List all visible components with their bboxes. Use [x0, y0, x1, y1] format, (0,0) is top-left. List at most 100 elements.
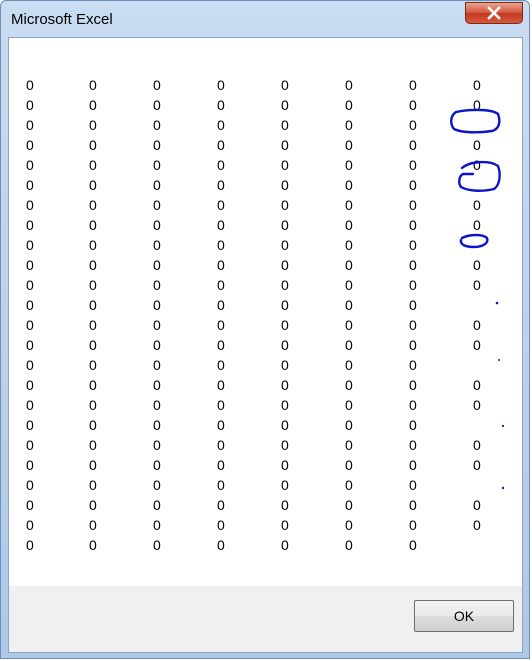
value-cell: 0 [153, 77, 161, 93]
value-cell: 0 [281, 377, 289, 393]
value-cell: 0 [281, 417, 289, 433]
value-cell: 0 [281, 437, 289, 453]
value-cell: 0 [153, 397, 161, 413]
value-cell: 0 [153, 277, 161, 293]
value-cell: 0 [89, 437, 97, 453]
value-cell: 0 [89, 377, 97, 393]
value-cell: 0 [345, 277, 353, 293]
value-cell: 0 [345, 397, 353, 413]
value-cell: 0 [217, 357, 225, 373]
value-cell: 0 [281, 297, 289, 313]
message-line: 0 0 0 0 0 0 0 0 [9, 135, 522, 155]
value-cell: 0 [89, 457, 97, 473]
value-cell: 0 [281, 497, 289, 513]
value-cell: 0 [345, 517, 353, 533]
value-cell: 0 [153, 177, 161, 193]
value-cell: 0 [345, 257, 353, 273]
value-cell: 0 [26, 217, 34, 233]
value-cell: 0 [153, 517, 161, 533]
value-cell: 0 [153, 477, 161, 493]
value-cell: 0 [26, 97, 34, 113]
value-cell: 0 [153, 317, 161, 333]
value-cell: 0 [26, 237, 34, 253]
value-cell: 0 [473, 317, 481, 333]
value-cell: 0 [217, 297, 225, 313]
close-button[interactable] [465, 2, 523, 24]
value-cell: 0 [26, 137, 34, 153]
value-cell: 0 [345, 357, 353, 373]
value-cell: 0 [473, 397, 481, 413]
value-cell: 0 [409, 137, 417, 153]
value-cell: 0 [26, 537, 34, 553]
value-cell: 0 [217, 177, 225, 193]
message-text: 0000000000000000000000000000000000000000… [9, 75, 522, 555]
value-cell: 0 [409, 297, 417, 313]
value-cell: 0 [345, 377, 353, 393]
value-cell: 0 [409, 217, 417, 233]
value-cell: 0 [153, 97, 161, 113]
value-cell: 0 [153, 137, 161, 153]
value-cell: 0 [473, 277, 481, 293]
value-cell: 0 [153, 237, 161, 253]
value-cell: 0 [26, 417, 34, 433]
value-cell: 0 [281, 137, 289, 153]
value-cell: 0 [89, 397, 97, 413]
value-cell: 0 [281, 77, 289, 93]
value-cell: 0 [153, 537, 161, 553]
value-cell: 0 [153, 417, 161, 433]
value-cell: 0 [26, 437, 34, 453]
value-cell: 0 [89, 137, 97, 153]
value-cell: 0 [26, 357, 34, 373]
value-cell: 0 [217, 237, 225, 253]
value-cell: 0 [345, 97, 353, 113]
value-cell: 0 [409, 237, 417, 253]
value-cell: 0 [217, 477, 225, 493]
value-cell: 0 [409, 77, 417, 93]
message-line: 0 0 0 0 0 0 0 0 [9, 495, 522, 515]
value-cell: 0 [345, 177, 353, 193]
value-cell: 0 [26, 457, 34, 473]
value-cell: 0 [89, 117, 97, 133]
value-cell: 0 [217, 537, 225, 553]
value-cell: 0 [26, 337, 34, 353]
value-cell: 0 [473, 257, 481, 273]
value-cell: 0 [281, 337, 289, 353]
value-cell: 0 [217, 157, 225, 173]
value-cell: 0 [89, 197, 97, 213]
value-cell: 0 [345, 157, 353, 173]
value-cell: 0 [89, 157, 97, 173]
value-cell: 0 [473, 137, 481, 153]
value-cell: 0 [89, 337, 97, 353]
value-cell: 0 [409, 377, 417, 393]
value-cell: 0 [26, 277, 34, 293]
value-cell: 0 [345, 137, 353, 153]
message-line: 0 0 0 0 0 0 0 0 [9, 335, 522, 355]
value-cell: 0 [89, 357, 97, 373]
message-line: 0 0 0 0 0 0 0 [9, 115, 522, 135]
ok-button[interactable]: OK [414, 600, 514, 632]
message-line: 0 0 0 0 0 0 0 0 [9, 215, 522, 235]
value-cell: 0 [281, 257, 289, 273]
value-cell: 0 [153, 297, 161, 313]
value-cell: 0 [473, 377, 481, 393]
value-cell: 0 [217, 257, 225, 273]
value-cell: 0 [281, 517, 289, 533]
value-cell: 0 [281, 357, 289, 373]
message-line: 0 0 0 0 0 0 0 0 [9, 75, 522, 95]
value-cell: 0 [89, 417, 97, 433]
value-cell: 0 [473, 77, 481, 93]
value-cell: 0 [217, 197, 225, 213]
message-line: 0 0 0 0 0 0 0 0 [9, 395, 522, 415]
message-line: 0 0 0 0 0 0 0 [9, 415, 522, 435]
value-cell: 0 [409, 437, 417, 453]
value-cell: 0 [153, 197, 161, 213]
title-bar[interactable]: Microsoft Excel [1, 1, 529, 37]
value-cell: 0 [281, 217, 289, 233]
value-cell: 0 [217, 277, 225, 293]
value-cell: 0 [89, 217, 97, 233]
value-cell: 0 [26, 117, 34, 133]
value-cell: 0 [153, 357, 161, 373]
message-line: 0 0 0 0 0 0 0 0 [9, 275, 522, 295]
value-cell: 0 [217, 97, 225, 113]
value-cell: 0 [473, 437, 481, 453]
